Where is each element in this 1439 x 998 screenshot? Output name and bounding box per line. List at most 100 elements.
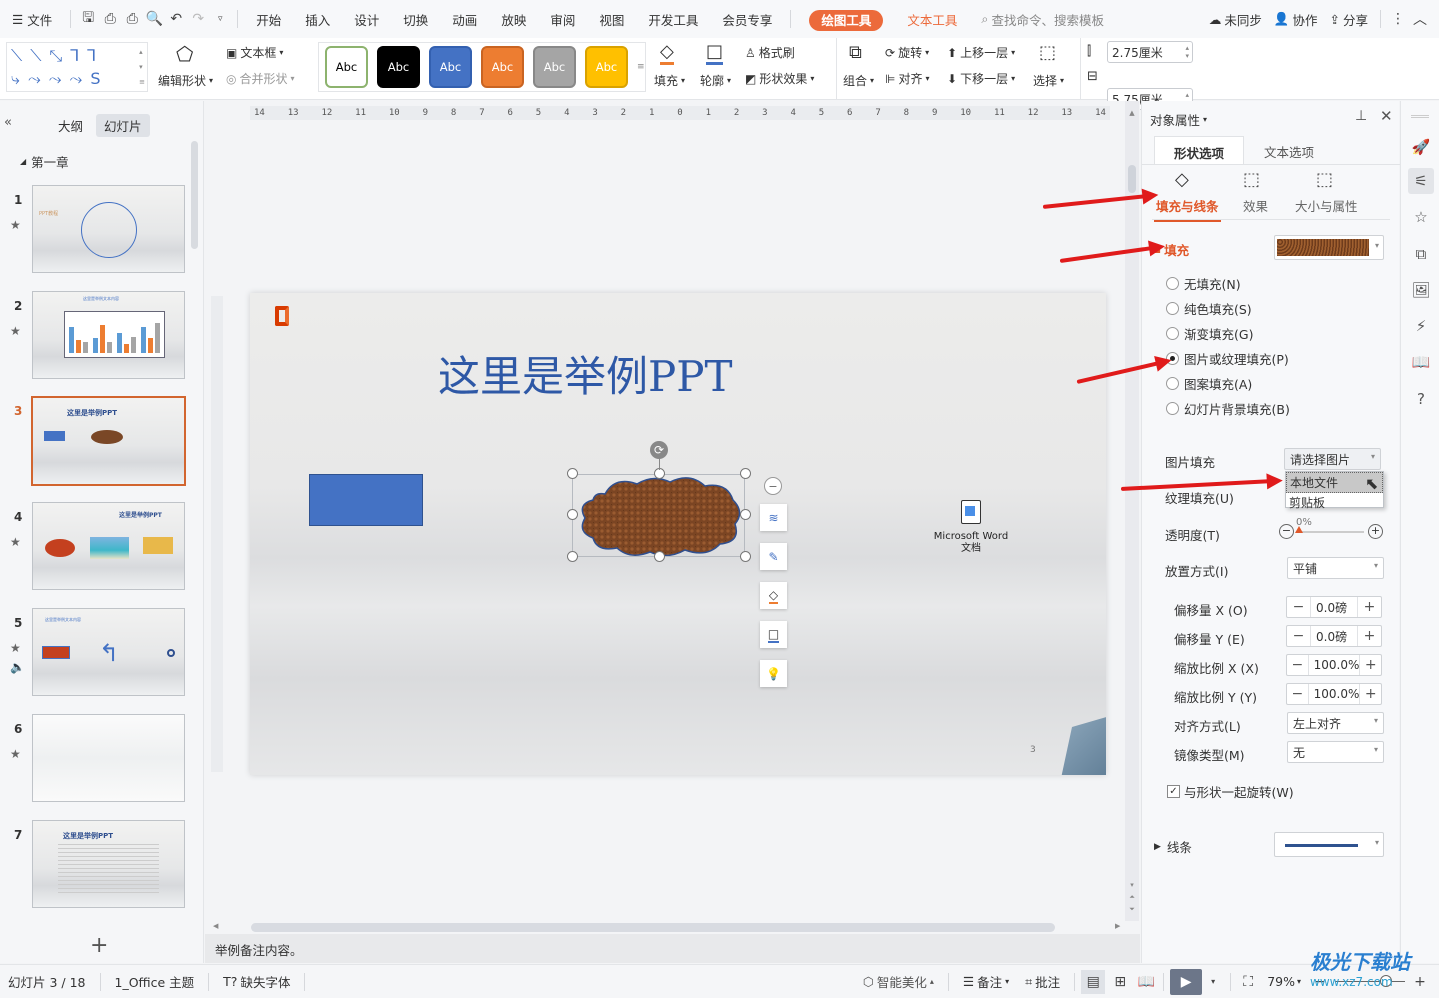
style-preset-gold[interactable]: Abc	[585, 46, 628, 88]
slide-thumbnail-5[interactable]: 这里是举例文本内容 ↰	[32, 608, 185, 696]
horizontal-scrollbar[interactable]: ◀ ▶	[205, 921, 1140, 934]
image-tools-icon[interactable]: 🖼	[1408, 277, 1434, 303]
bring-forward-button[interactable]: ⬆ 上移一层 ▾	[947, 44, 1015, 61]
customize-quick-access-icon[interactable]: ▿	[209, 8, 231, 30]
vertical-scroll-thumb[interactable]	[1128, 165, 1136, 193]
fit-window-icon[interactable]: ⛶	[1237, 971, 1259, 993]
tab-text-options[interactable]: 文本选项	[1264, 142, 1314, 161]
save-icon[interactable]: 🖫	[77, 8, 99, 30]
style-preset-white[interactable]: Abc	[325, 46, 368, 88]
animation-star-icon[interactable]: ☆	[1408, 204, 1434, 230]
smart-beautify-button[interactable]: ⬡ 智能美化 ▴	[855, 972, 942, 991]
rotate-button[interactable]: ⟳ 旋转 ▾	[885, 44, 929, 61]
sync-button[interactable]: ☁ 未同步	[1203, 10, 1268, 29]
resize-handle-sw[interactable]	[567, 551, 578, 562]
theme-name[interactable]: 1_Office 主题	[107, 972, 203, 991]
scroll-up-icon[interactable]: ▲	[1125, 109, 1139, 117]
print-icon[interactable]: ⎙	[121, 8, 143, 30]
transparency-slider-thumb[interactable]	[1295, 526, 1303, 533]
play-slideshow-button[interactable]: ▶	[1170, 968, 1203, 995]
gallery-more-icon[interactable]: ≡	[637, 62, 645, 72]
collab-button[interactable]: 👤 协作	[1268, 10, 1324, 29]
tab-review[interactable]: 审阅	[538, 10, 587, 29]
style-preset-gray[interactable]: Abc	[533, 46, 576, 88]
resize-handle-nw[interactable]	[567, 468, 578, 479]
tab-design[interactable]: 设计	[342, 10, 391, 29]
smart-bulb-icon[interactable]: 💡	[760, 660, 787, 687]
align-button[interactable]: ⊫ 对齐 ▾	[885, 70, 929, 87]
horizontal-scroll-thumb[interactable]	[251, 923, 1055, 932]
help-icon[interactable]: ?	[1408, 386, 1434, 412]
properties-sliders-icon[interactable]: ⚟	[1408, 168, 1434, 194]
tab-shape-options[interactable]: 形状选项	[1154, 136, 1244, 164]
transparency-decrease-button[interactable]: −	[1279, 524, 1294, 539]
tab-insert[interactable]: 插入	[293, 10, 342, 29]
undo-icon[interactable]: ↶	[165, 8, 187, 30]
drag-handle[interactable]	[1411, 115, 1429, 118]
radio-picture-texture-fill[interactable]: 图片或纹理填充(P)	[1166, 349, 1289, 368]
outline-frame-icon[interactable]: □	[760, 621, 787, 648]
line-style-dropdown[interactable]: ▾	[1274, 832, 1384, 857]
text-box-button[interactable]: ▣ 文本框 ▾	[226, 44, 283, 61]
select-button[interactable]: 选择 ▾	[1033, 72, 1064, 89]
share-button[interactable]: ⇪ 分享	[1324, 10, 1375, 29]
transparency-slider[interactable]	[1296, 531, 1364, 533]
slide-sorter-view-icon[interactable]: ⊞	[1109, 971, 1131, 993]
tab-member[interactable]: 会员专享	[710, 10, 784, 29]
merge-shape-button[interactable]: ◎ 合并形状 ▾	[226, 70, 295, 87]
transparency-increase-button[interactable]: +	[1368, 524, 1383, 539]
resize-handle-s[interactable]	[654, 551, 665, 562]
outline-button[interactable]: 轮廓 ▾	[700, 72, 731, 89]
horizontal-ruler[interactable]: 14 13 12 11 10 9 8 7 6 5 4 3 2 1 0 1 2 3 4 5 6 7 8 9 10 11 12 13 14	[250, 106, 1110, 120]
slide-thumbnail-4[interactable]: 这里是举例PPT	[32, 502, 185, 590]
decrease-icon[interactable]: −	[1287, 597, 1310, 617]
slide[interactable]: 这里是举例PPT ⟳ Microsoft Word 文档 3	[250, 293, 1106, 775]
search-box[interactable]: ⌕ 查找命令、搜索模板	[969, 10, 1116, 29]
placement-select[interactable]: 平铺 ▾	[1287, 557, 1384, 579]
radio-pattern-fill[interactable]: 图案填充(A)	[1166, 374, 1252, 393]
brush-icon[interactable]: ✎	[760, 543, 787, 570]
vertical-scrollbar[interactable]: ▲ ▾ ⏶ ⏷	[1125, 101, 1139, 921]
transition-icon[interactable]: ⧉	[1408, 241, 1434, 267]
radio-slide-background-fill[interactable]: 幻灯片背景填充(B)	[1166, 399, 1290, 418]
collapse-ribbon-icon[interactable]: ︿	[1409, 8, 1431, 30]
fill-preview-dropdown[interactable]: ▾	[1274, 235, 1384, 260]
tab-text-tools[interactable]: 文本工具	[895, 10, 969, 29]
radio-gradient-fill[interactable]: 渐变填充(G)	[1166, 324, 1253, 343]
export-pdf-icon[interactable]: ⎙	[99, 8, 121, 30]
section-header[interactable]: ◢ 第一章	[20, 152, 69, 171]
print-preview-icon[interactable]: 🔍	[143, 8, 165, 30]
comments-button[interactable]: ⌗ 批注	[1017, 972, 1068, 991]
decrease-icon[interactable]: −	[1287, 626, 1310, 646]
resize-handle-se[interactable]	[740, 551, 751, 562]
radio-no-fill[interactable]: 无填充(N)	[1166, 274, 1241, 293]
slide-thumbnail-2[interactable]: 这里是举例文本内容	[32, 291, 185, 379]
tab-animations[interactable]: 动画	[440, 10, 489, 29]
missing-font-button[interactable]: T? 缺失字体	[215, 972, 298, 991]
tab-slideshow[interactable]: 放映	[489, 10, 538, 29]
alignment-select[interactable]: 左上对齐 ▾	[1287, 712, 1384, 734]
slide-title[interactable]: 这里是举例PPT	[438, 343, 733, 404]
blue-rectangle-shape[interactable]	[309, 474, 423, 526]
mirror-type-select[interactable]: 无 ▾	[1287, 741, 1384, 763]
file-menu[interactable]: ☰ 文件	[0, 10, 64, 29]
height-input[interactable]: 2.75厘米 ▴ ▾	[1107, 41, 1193, 63]
slideshow-options-icon[interactable]: ▾	[1202, 971, 1224, 993]
smart-lightning-icon[interactable]: ⚡	[1408, 313, 1434, 339]
pin-icon[interactable]: ⊥	[1355, 108, 1367, 124]
scale-x-stepper[interactable]: −100.0% +	[1286, 654, 1382, 676]
add-slide-button[interactable]: +	[90, 933, 108, 958]
increase-icon[interactable]: +	[1358, 626, 1381, 646]
scroll-right-icon[interactable]: ▶	[1115, 922, 1120, 930]
gallery-scroll-icon[interactable]: ▴ ▾ ≡	[139, 45, 145, 90]
page-nav-icons[interactable]: ▾ ⏶ ⏷	[1125, 879, 1139, 915]
scroll-left-icon[interactable]: ◀	[213, 922, 218, 930]
tab-drawing-tools[interactable]: 绘图工具	[809, 9, 884, 31]
tab-outline[interactable]: 大纲	[58, 116, 83, 135]
close-icon[interactable]: ✕	[1380, 107, 1393, 125]
decrease-icon[interactable]: −	[1287, 684, 1308, 704]
notes-toggle-button[interactable]: ☰ 备注 ▾	[955, 972, 1017, 991]
panel-header[interactable]: 对象属性 ▾	[1150, 110, 1207, 129]
tab-slides[interactable]: 幻灯片	[96, 114, 150, 137]
tab-view[interactable]: 视图	[587, 10, 636, 29]
